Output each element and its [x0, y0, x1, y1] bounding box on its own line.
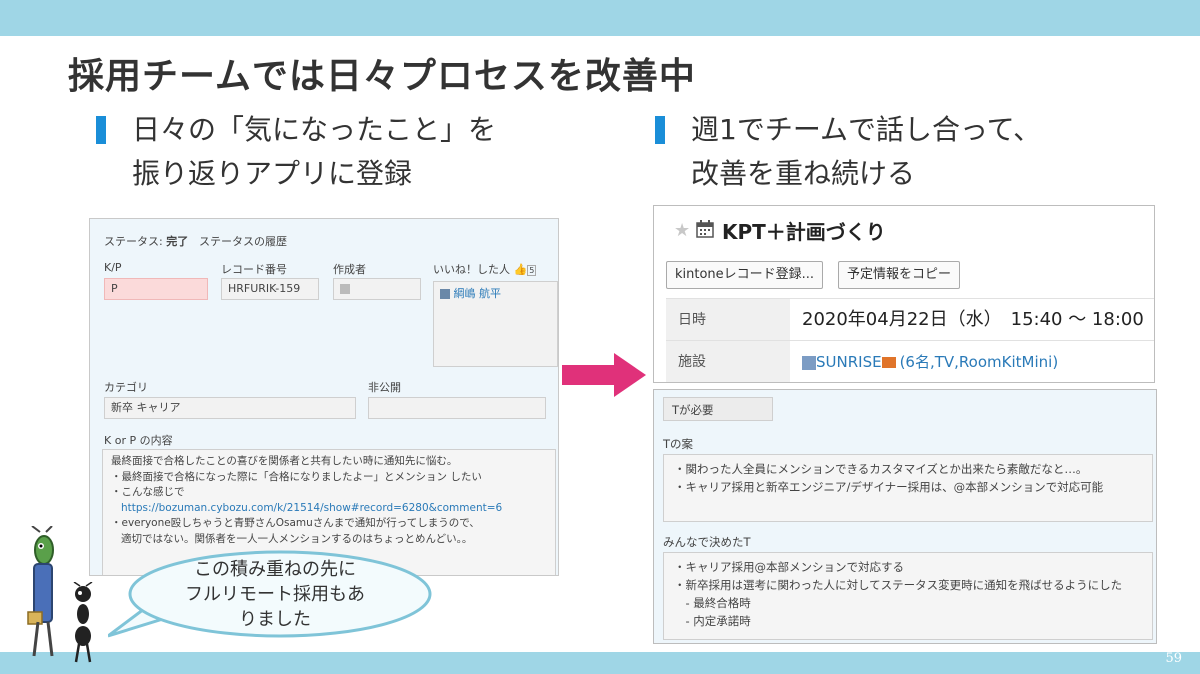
copy-schedule-button[interactable]: 予定情報をコピー — [838, 261, 961, 289]
status-history-link[interactable]: ステータスの履歴 — [199, 233, 287, 249]
tag-field: Tが必要 — [663, 397, 773, 421]
private-label: 非公開 — [368, 381, 401, 394]
status-label-text: ステータス: — [104, 235, 163, 248]
bubble-line: りました — [239, 609, 311, 630]
date-label: 日時 — [666, 299, 790, 341]
top-band — [0, 0, 1200, 36]
liker-name[interactable]: 綱嶋 航平 — [454, 287, 502, 300]
avatar-icon — [340, 284, 350, 294]
bullet-mark — [655, 116, 665, 144]
decided-box: ・キャリア採用@本部メンションで対応する ・新卒採用は選考に関わった人に対してス… — [663, 552, 1153, 640]
status-value: 完了 — [166, 235, 189, 248]
author-field — [333, 278, 421, 300]
facility-detail: (6名,TV,RoomKitMini) — [899, 353, 1059, 371]
bubble-line: フルリモート採用もあ — [185, 584, 365, 605]
decided-line: ・キャリア採用@本部メンションで対応する — [674, 560, 904, 574]
record-no-label: レコード番号 — [221, 263, 287, 276]
author-label: 作成者 — [333, 263, 366, 276]
decided-line: - 最終合格時 — [674, 596, 751, 610]
like-users-box: 綱嶋 航平 — [433, 281, 558, 367]
content-line: 適切ではない。関係者を一人一人メンションするのはちょっとめんどい。。 — [121, 532, 473, 545]
content-line: ・最終面接で合格になった際に「合格になりましたよー」とメンション したい — [111, 470, 482, 483]
content-link[interactable]: https://bozuman.cybozu.com/k/21514/show#… — [103, 501, 555, 517]
bottom-band — [0, 652, 1200, 674]
left-bullet-line-2: 振り返りアプリに登録 — [132, 157, 413, 190]
star-icon[interactable]: ★ — [674, 220, 690, 241]
date-row: 日時 2020年04月22日（水） 15:40 〜 18:00 — [666, 298, 1154, 341]
facility-value[interactable]: SUNRISE (6名,TV,RoomKitMini) — [802, 341, 1059, 382]
decided-line: - 内定承諾時 — [674, 614, 751, 628]
calendar-icon — [696, 220, 714, 238]
kp-label: K/P — [104, 261, 122, 274]
t-line: ・関わった人全員にメンションできるカスタマイズとか出来たら素敵だなと…。 — [674, 462, 1088, 476]
right-bullet-line-1: 週1でチームで話し合って、 — [691, 113, 1042, 146]
left-bullet-line-1: 日々の「気になったこと」を — [132, 113, 497, 146]
facility-row: 施設 SUNRISE (6名,TV,RoomKitMini) — [666, 340, 1154, 382]
content-line: ・everyone殴しちゃうと青野さんOsamuさんまで通知が行ってしまうので、 — [111, 517, 480, 529]
kp-field[interactable]: P — [104, 278, 208, 300]
kintone-record-button[interactable]: kintoneレコード登録... — [666, 261, 824, 289]
right-bullet-line-2: 改善を重ね続ける — [691, 157, 916, 190]
content-label: K or P の内容 — [104, 434, 173, 447]
thumbs-up-icon[interactable]: 👍 — [514, 263, 528, 276]
status-label: ステータス: 完了 — [104, 233, 188, 249]
sunrise-icon — [881, 357, 896, 368]
bubble-line: この積み重ねの先に — [194, 559, 356, 580]
category-label: カテゴリ — [104, 381, 148, 394]
schedule-title: KPT＋計画づくり — [722, 220, 886, 244]
ant-character — [73, 582, 93, 663]
schedule-screenshot: ★ KPT＋計画づくり kintoneレコード登録... 予定情報をコピー 日時… — [653, 205, 1155, 383]
slide-title: 採用チームでは日々プロセスを改善中 — [68, 56, 696, 97]
arrow-right-icon — [562, 353, 646, 397]
bullet-mark — [96, 116, 106, 144]
facility-name: SUNRISE — [816, 353, 882, 371]
page-number: 59 — [1165, 651, 1182, 666]
like-label: いいね！した人 👍 5 — [433, 261, 537, 277]
kpt-screenshot: Tが必要 Tの案 ・関わった人全員にメンションできるカスタマイズとか出来たら素敵… — [653, 389, 1157, 644]
content-line: ・こんな感じで — [111, 486, 185, 498]
decided-line: ・新卒採用は選考に関わった人に対してステータス変更時に通知を飛ばせるようにした — [674, 578, 1123, 592]
avatar-icon — [440, 289, 450, 299]
room-icon — [802, 355, 816, 370]
t-box: ・関わった人全員にメンションできるカスタマイズとか出来たら素敵だなと…。 ・キャ… — [663, 454, 1153, 522]
grasshopper-character — [27, 526, 54, 657]
record-screenshot: ステータス: 完了 ステータスの履歴 K/P P レコード番号 HRFURIK-… — [89, 218, 559, 576]
category-field: 新卒 キャリア — [104, 397, 356, 419]
t-label: Tの案 — [663, 437, 694, 451]
content-line: 最終面接で合格したことの喜びを関係者と共有したい時に通知先に悩む。 — [111, 455, 458, 467]
date-value: 2020年04月22日（水） 15:40 〜 18:00 — [802, 309, 1144, 330]
private-field — [368, 397, 546, 419]
record-no-field: HRFURIK-159 — [221, 278, 319, 300]
decided-label: みんなで決めたT — [663, 535, 751, 549]
like-label-text: いいね！した人 — [433, 263, 510, 276]
t-line: ・キャリア採用と新卒エンジニア/デザイナー採用は、@本部メンションで対応可能 — [674, 480, 1104, 494]
facility-label: 施設 — [666, 341, 790, 382]
like-count: 5 — [527, 265, 537, 276]
speech-bubble-text: この積み重ねの先に フルリモート採用もあ りました — [160, 557, 390, 632]
